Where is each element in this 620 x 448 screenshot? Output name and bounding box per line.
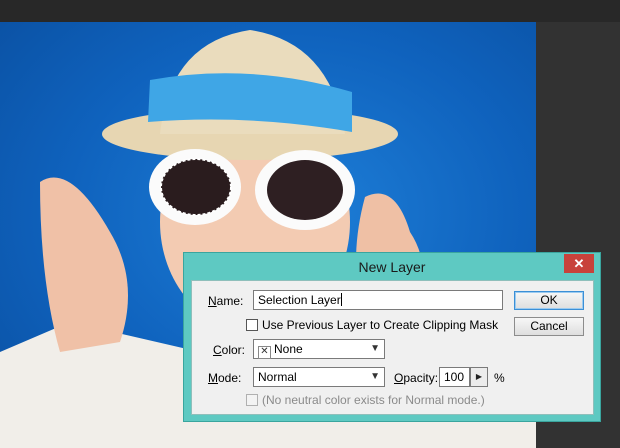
- mode-value: Normal: [258, 370, 297, 384]
- color-value: None: [274, 342, 303, 356]
- dialog-body: Name: Selection Layer OK Cancel Use Prev…: [191, 280, 594, 415]
- chevron-down-icon: ▼: [370, 343, 380, 354]
- name-input[interactable]: Selection Layer: [253, 290, 503, 310]
- ok-button[interactable]: OK: [514, 291, 584, 310]
- clipping-mask-label: Use Previous Layer to Create Clipping Ma…: [262, 318, 499, 332]
- text-caret: [340, 293, 342, 306]
- chevron-down-icon: ▼: [370, 371, 380, 382]
- color-label: Color:: [213, 343, 246, 357]
- opacity-label: Opacity:: [394, 371, 439, 385]
- dialog-title: New Layer: [358, 259, 426, 275]
- opacity-stepper[interactable]: ▶: [470, 367, 488, 387]
- application-top-bar: [0, 0, 620, 22]
- close-button[interactable]: ✕: [564, 254, 594, 273]
- name-label: Name:: [208, 294, 244, 308]
- cancel-button[interactable]: Cancel: [514, 317, 584, 336]
- dialog-titlebar[interactable]: New Layer ✕: [184, 253, 600, 280]
- clipping-mask-checkbox[interactable]: [246, 319, 258, 331]
- neutral-color-checkbox[interactable]: [246, 394, 258, 406]
- mode-label: Mode:: [208, 371, 242, 385]
- chevron-right-icon: ▶: [475, 372, 483, 381]
- mode-select[interactable]: Normal ▼: [253, 367, 385, 387]
- close-icon: ✕: [573, 256, 585, 271]
- new-layer-dialog: New Layer ✕ Name: Selection Layer OK Can…: [183, 252, 601, 422]
- color-select[interactable]: ✕ None ▼: [253, 339, 385, 359]
- opacity-input[interactable]: 100: [439, 367, 470, 387]
- opacity-unit: %: [494, 371, 505, 385]
- neutral-color-label: (No neutral color exists for Normal mode…: [262, 393, 485, 407]
- no-color-swatch-icon: ✕: [258, 346, 271, 359]
